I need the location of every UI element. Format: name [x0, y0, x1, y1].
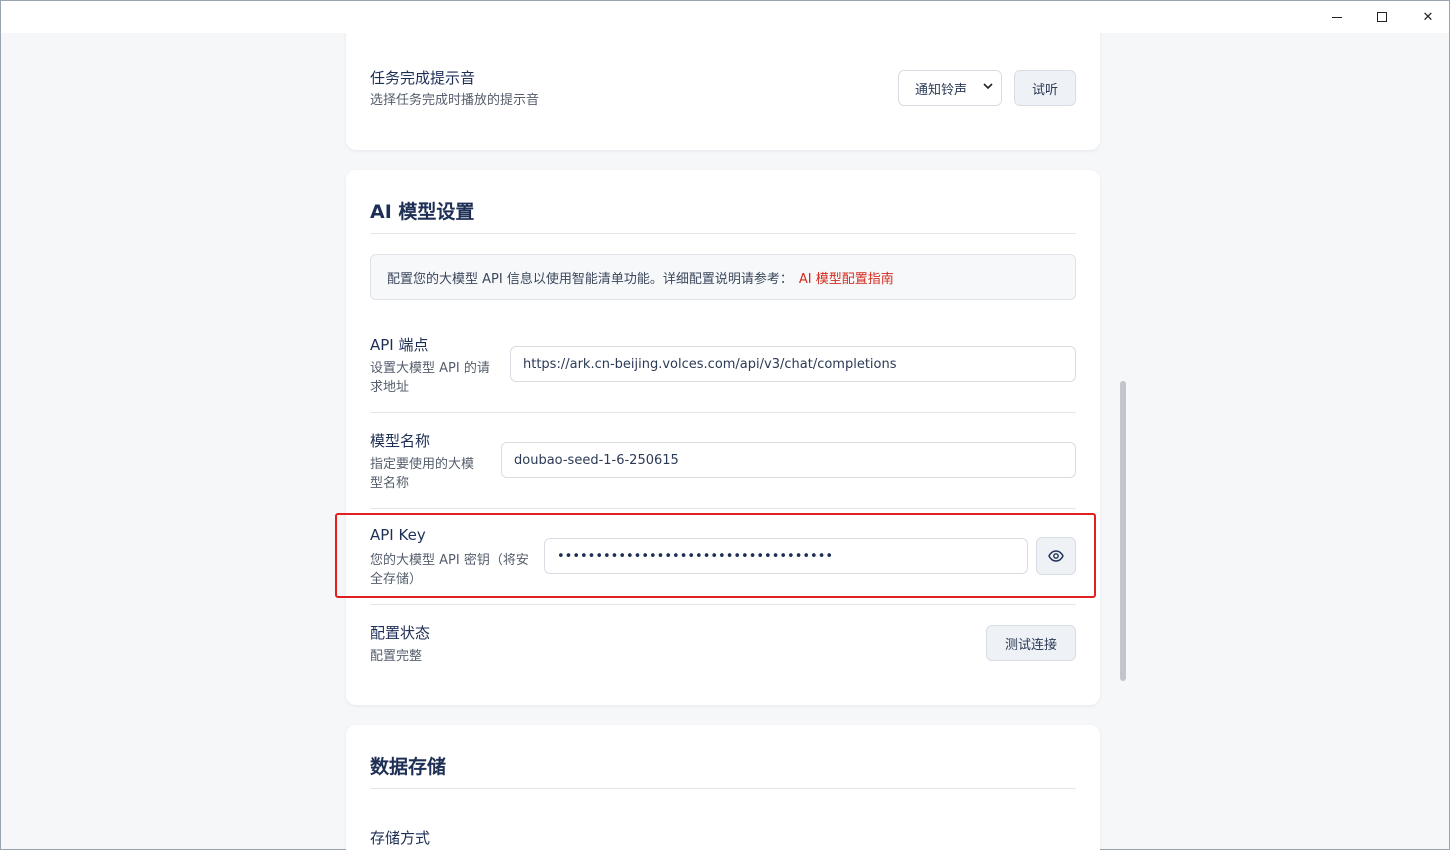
storage-method-title: 存储方式 — [370, 829, 431, 847]
row-divider — [370, 412, 1076, 413]
status-desc: 配置完整 — [370, 649, 423, 664]
sound-title: 任务完成提示音 — [370, 69, 476, 87]
endpoint-value: https://ark.cn-beijing.volces.com/api/v3… — [523, 356, 897, 372]
status-title: 配置状态 — [370, 624, 431, 642]
sound-settings-card: 任务完成提示音 选择任务完成时播放的提示音 通知铃声 试听 — [346, 33, 1100, 150]
info-box: 配置您的大模型 API 信息以使用智能清单功能。详细配置说明请参考： AI 模型… — [370, 254, 1076, 300]
preview-sound-button[interactable]: 试听 — [1014, 70, 1076, 106]
maximize-button[interactable] — [1359, 1, 1405, 33]
title-bar: ✕ — [1, 1, 1449, 33]
row-divider — [370, 508, 1076, 509]
storage-settings-card: 数据存储 存储方式 — [346, 725, 1100, 850]
sound-desc: 选择任务完成时播放的提示音 — [370, 93, 540, 108]
apikey-highlight-box — [335, 513, 1096, 598]
ai-settings-card: AI 模型设置 配置您的大模型 API 信息以使用智能清单功能。详细配置说明请参… — [346, 170, 1100, 705]
minimize-icon — [1332, 16, 1342, 18]
endpoint-desc-line2: 求地址 — [370, 380, 410, 395]
minimize-button[interactable] — [1314, 1, 1360, 33]
model-input[interactable]: doubao-seed-1-6-250615 — [501, 442, 1076, 478]
maximize-icon — [1377, 12, 1387, 22]
model-value: doubao-seed-1-6-250615 — [514, 452, 679, 468]
ai-section-title: AI 模型设置 — [370, 201, 475, 223]
section-divider — [370, 788, 1076, 789]
model-title: 模型名称 — [370, 432, 431, 450]
close-button[interactable]: ✕ — [1405, 1, 1450, 33]
info-text: 配置您的大模型 API 信息以使用智能清单功能。详细配置说明请参考： — [387, 271, 793, 287]
storage-section-title: 数据存储 — [370, 756, 447, 778]
endpoint-input[interactable]: https://ark.cn-beijing.volces.com/api/v3… — [510, 346, 1076, 382]
sound-select-value: 通知铃声 — [915, 82, 968, 98]
section-divider — [370, 233, 1076, 234]
settings-scroll-area[interactable]: 任务完成提示音 选择任务完成时播放的提示音 通知铃声 试听 AI 模型设置 配置… — [1, 33, 1449, 850]
row-divider — [370, 604, 1076, 605]
config-guide-link[interactable]: AI 模型配置指南 — [799, 268, 894, 287]
sound-select[interactable]: 通知铃声 — [898, 70, 1002, 106]
model-desc-line2: 型名称 — [370, 476, 410, 491]
scrollbar-thumb[interactable] — [1120, 381, 1126, 681]
test-connection-button[interactable]: 测试连接 — [986, 625, 1076, 661]
endpoint-title: API 端点 — [370, 336, 429, 354]
endpoint-desc-line1: 设置大模型 API 的请 — [370, 361, 490, 376]
close-icon: ✕ — [1422, 9, 1434, 25]
chevron-down-icon — [983, 81, 993, 94]
app-window: ✕ 任务完成提示音 选择任务完成时播放的提示音 通知铃声 试听 AI 模型设置 … — [0, 0, 1450, 850]
model-desc-line1: 指定要使用的大模 — [370, 457, 475, 472]
